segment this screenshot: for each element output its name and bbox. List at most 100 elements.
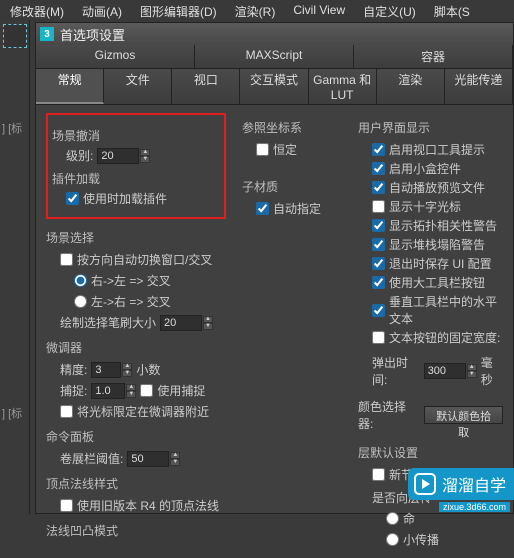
use-snap-label: 使用捕捉 (157, 382, 205, 399)
lock-cursor-checkbox[interactable] (60, 405, 73, 418)
menu-item[interactable]: 自定义(U) (363, 3, 416, 20)
spinner-buttons[interactable]: ▲▼ (122, 363, 132, 377)
ui-opt-label: 退出时保存 UI 配置 (389, 255, 492, 272)
tool-button[interactable] (3, 24, 27, 48)
tab-radiosity[interactable]: 光能传递 (445, 69, 513, 104)
tab-general[interactable]: 常规 (36, 69, 104, 104)
tab-viewport[interactable]: 视口 (172, 69, 240, 104)
ui-opt-label: 显示堆栈塌陷警告 (389, 236, 485, 253)
snap-input[interactable] (91, 383, 125, 399)
tab-row-upper: Gizmos MAXScript 容器 (36, 45, 513, 69)
main-menu[interactable]: 修改器(M) 动画(A) 图形编辑器(D) 渲染(R) Civil View 自… (0, 0, 514, 23)
tab-gamma[interactable]: Gamma 和 LUT (309, 69, 377, 104)
menu-item[interactable]: 图形编辑器(D) (140, 3, 217, 20)
undo-level-input[interactable] (97, 148, 139, 164)
tab-interaction[interactable]: 交互模式 (240, 69, 308, 104)
titlebar: 3 首选项设置 (36, 23, 513, 45)
precision-input[interactable] (91, 362, 121, 378)
panel-label: ] [标 (2, 120, 22, 136)
lock-cursor-label: 将光标限定在微调器附近 (77, 403, 209, 420)
brush-size-input[interactable] (160, 315, 202, 331)
ui-opt-checkbox[interactable] (372, 143, 385, 156)
legacy-normal-label: 使用旧版本 R4 的顶点法线 (77, 497, 219, 514)
group-cmd-panel: 命令面板 (46, 428, 226, 445)
ui-opt-label: 启用小盒控件 (389, 160, 461, 177)
ui-opt-checkbox[interactable] (372, 257, 385, 270)
tab-row-lower: 常规 文件 视口 交互模式 Gamma 和 LUT 渲染 光能传递 (36, 69, 513, 105)
auto-switch-checkbox[interactable] (60, 253, 73, 266)
constant-checkbox[interactable] (256, 143, 269, 156)
spinner-buttons[interactable]: ▲▼ (126, 384, 136, 398)
group-vertex-normal: 顶点法线样式 (46, 475, 226, 492)
plugin-load-label: 使用时加载插件 (83, 190, 167, 207)
decimal-label: 小数 (136, 361, 160, 378)
precision-label: 精度: (60, 361, 87, 378)
ui-opt-label: 显示拓扑相关性警告 (389, 217, 497, 234)
dialog-title: 首选项设置 (60, 25, 125, 44)
panel-label: ] [标 (2, 405, 22, 421)
watermark-brand: 溜溜自学 (442, 472, 506, 496)
auto-assign-label: 自动指定 (273, 200, 321, 217)
use-snap-checkbox[interactable] (140, 384, 153, 397)
menu-item[interactable]: 动画(A) (82, 3, 122, 20)
spinner-buttons[interactable]: ▲▼ (140, 149, 150, 163)
dir-radio-1[interactable] (74, 274, 87, 287)
ui-opt-label: 自动播放预览文件 (389, 179, 485, 196)
tab-gizmos[interactable]: Gizmos (36, 45, 195, 68)
ui-opt-checkbox[interactable] (372, 331, 385, 344)
layer-sub2: 命 (403, 510, 415, 527)
tab-files[interactable]: 文件 (104, 69, 172, 104)
ui-opt-label: 垂直工具栏中的水平文本 (389, 293, 503, 327)
group-sub-mat: 子材质 (242, 178, 342, 195)
group-scene-select: 场景选择 (46, 229, 226, 246)
group-scene-undo: 场景撤消 (52, 127, 220, 144)
thresh-label: 卷展栏阈值: (60, 450, 123, 467)
ui-opt-checkbox[interactable] (372, 276, 385, 289)
group-plugin-load: 插件加载 (52, 170, 220, 187)
thresh-input[interactable] (127, 451, 169, 467)
group-normal-mode: 法线凹凸模式 (46, 522, 226, 539)
ui-opt-label: 启用视口工具提示 (389, 141, 485, 158)
spinner-buttons[interactable]: ▲▼ (170, 452, 180, 466)
watermark-url: zixue.3d66.com (439, 502, 510, 512)
tab-maxscript[interactable]: MAXScript (195, 45, 354, 68)
level-label: 级别: (66, 147, 93, 164)
ui-opt-checkbox[interactable] (372, 200, 385, 213)
constant-label: 恒定 (273, 141, 297, 158)
dir-radio-2[interactable] (74, 295, 87, 308)
ui-opt-checkbox[interactable] (372, 238, 385, 251)
popup-time-input[interactable] (424, 363, 466, 379)
auto-switch-label: 按方向自动切换窗口/交叉 (77, 251, 212, 268)
menu-item[interactable]: 脚本(S (434, 3, 470, 20)
group-layer-defaults: 层默认设置 (358, 444, 503, 461)
ui-opt-checkbox[interactable] (372, 304, 385, 317)
legacy-normal-checkbox[interactable] (60, 499, 73, 512)
color-picker-label: 颜色选择器: (358, 398, 420, 432)
ms-label: 毫秒 (481, 354, 503, 388)
ui-opt-label: 文本按钮的固定宽度: (389, 329, 500, 346)
menu-item[interactable]: Civil View (293, 3, 345, 20)
new-node-layer-checkbox[interactable] (372, 468, 385, 481)
spinner-buttons[interactable]: ▲▼ (467, 364, 477, 378)
spinner-buttons[interactable]: ▲▼ (203, 316, 213, 330)
ui-opt-checkbox[interactable] (372, 219, 385, 232)
color-picker-button[interactable]: 默认颜色拾取 (424, 406, 503, 424)
snap-label: 捕捉: (60, 382, 87, 399)
popup-time-label: 弹出时间: (372, 354, 420, 388)
tab-container[interactable]: 容器 (354, 45, 513, 68)
watermark: 溜溜自学 (408, 468, 514, 500)
group-ui-display: 用户界面显示 (358, 119, 503, 136)
brush-label: 绘制选择笔刷大小 (60, 314, 156, 331)
tab-render[interactable]: 渲染 (377, 69, 445, 104)
ui-opt-label: 显示十字光标 (389, 198, 461, 215)
plugin-load-checkbox[interactable] (66, 192, 79, 205)
highlighted-region: 场景撤消 级别: ▲▼ 插件加载 使用时加载插件 (46, 113, 226, 219)
menu-item[interactable]: 修改器(M) (10, 3, 64, 20)
ui-opt-checkbox[interactable] (372, 162, 385, 175)
left-toolstrip (0, 20, 30, 514)
menu-item[interactable]: 渲染(R) (235, 3, 276, 20)
auto-assign-checkbox[interactable] (256, 202, 269, 215)
dir-label-1: 右->左 => 交叉 (91, 272, 171, 289)
ui-opt-checkbox[interactable] (372, 181, 385, 194)
propagate-radio-2[interactable] (386, 533, 399, 546)
